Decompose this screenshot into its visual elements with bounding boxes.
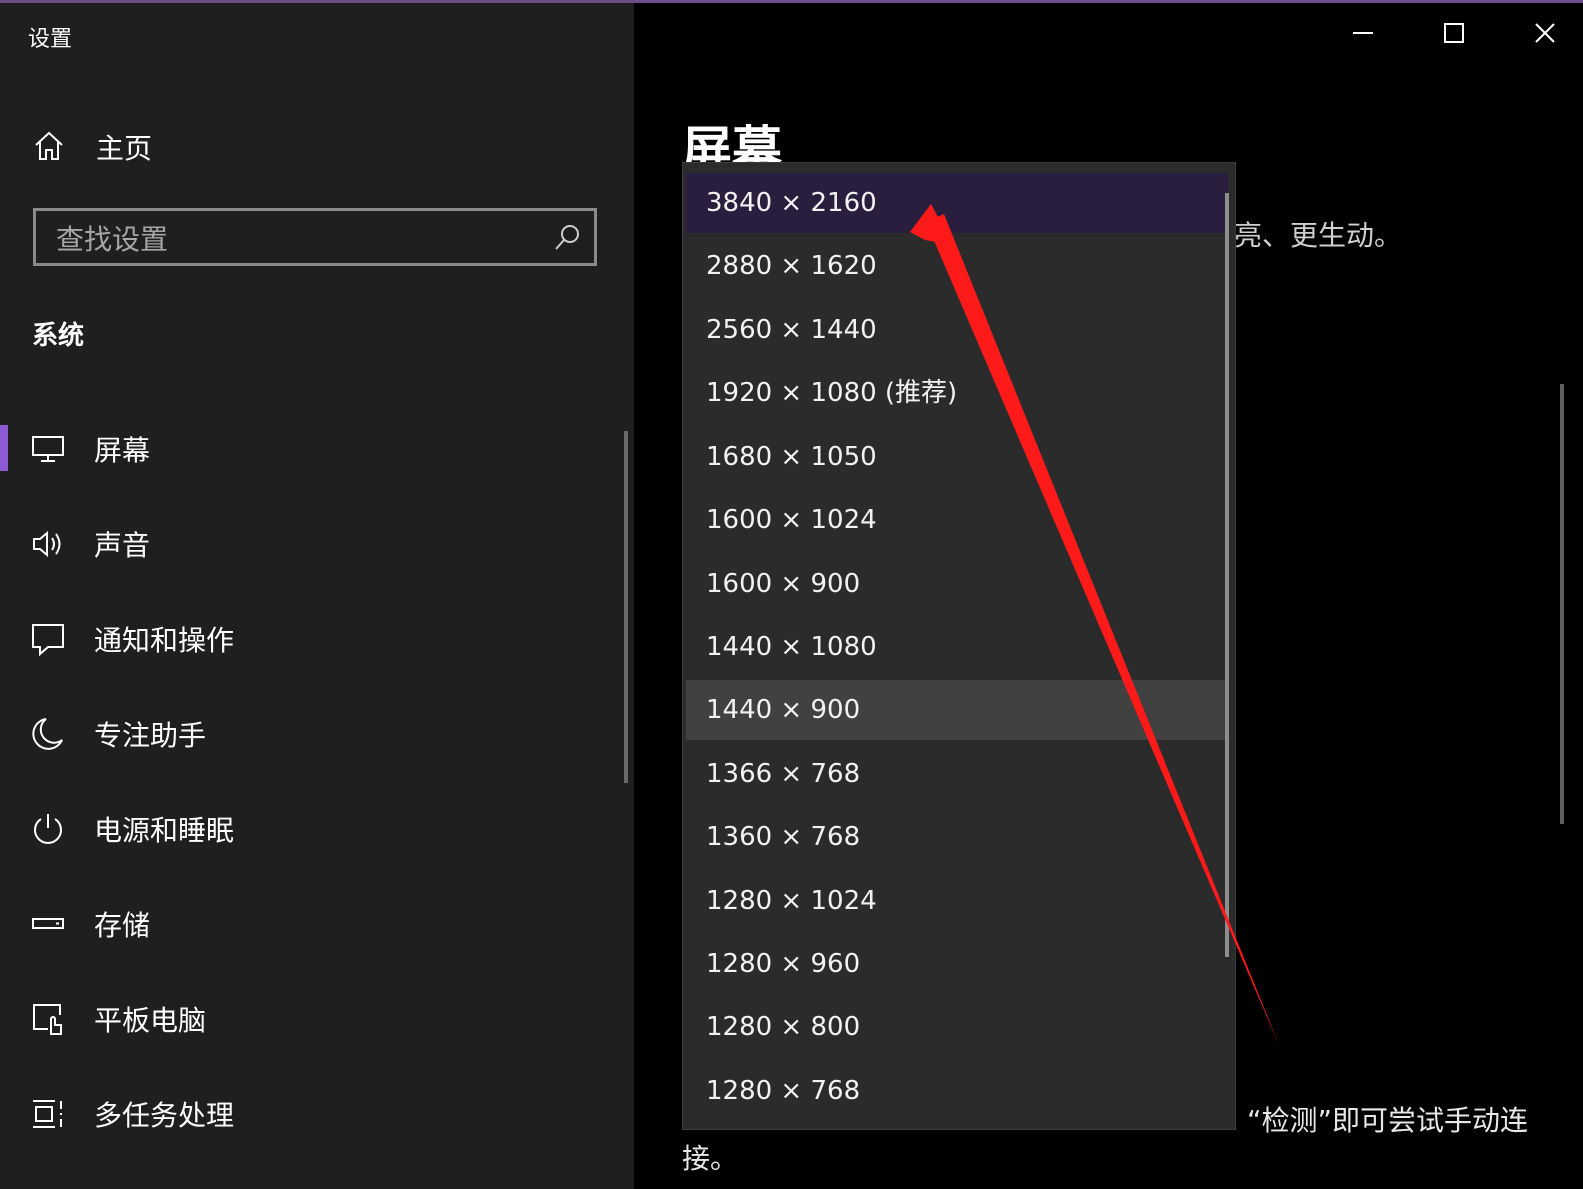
resolution-option[interactable]: 3840 × 2160 [686,173,1228,233]
search-icon[interactable] [552,223,582,253]
sidebar-item-label: 多任务处理 [94,1099,235,1132]
resolution-option[interactable]: 1366 × 768 [686,744,1228,804]
search-input[interactable] [54,219,538,259]
window-controls [1303,3,1583,63]
close-icon[interactable] [1525,13,1565,53]
resolution-dropdown[interactable]: 3840 × 2160 2880 × 1620 2560 × 1440 1920… [682,162,1236,1130]
sidebar-nav: 屏幕 声音 通知和操作 专注助手 电源和睡眠 存储 平板电脑 多任务处理 [0,403,634,1163]
sidebar-item-label: 平板电脑 [94,1004,207,1037]
app-title: 设置 [28,27,73,52]
sidebar-scrollbar[interactable] [624,431,628,783]
resolution-option[interactable]: 1680 × 1050 [686,427,1228,487]
minimize-icon[interactable] [1343,13,1383,53]
sidebar-item-label: 通知和操作 [94,624,235,657]
search-box[interactable] [33,208,597,266]
resolution-option[interactable]: 1280 × 960 [686,934,1228,994]
sidebar-item-multitasking[interactable]: 多任务处理 [0,1068,634,1163]
sidebar-item-label: 声音 [94,529,151,562]
speaker-icon [33,530,61,558]
moon-icon [32,718,63,750]
sidebar-item-storage[interactable]: 存储 [0,878,634,973]
resolution-option[interactable]: 1920 × 1080 (推荐) [686,363,1228,423]
resolution-option[interactable]: 1600 × 900 [686,554,1228,614]
sidebar-item-power[interactable]: 电源和睡眠 [0,783,634,878]
sidebar-item-display[interactable]: 屏幕 [0,403,634,498]
sidebar-home[interactable]: 主页 [0,115,634,179]
sidebar-item-label: 电源和睡眠 [94,814,235,847]
sidebar-item-focus-assist[interactable]: 专注助手 [0,688,634,783]
description-fragment: 亮、更生动。 [1234,219,1403,252]
section-title: 系统 [32,321,85,351]
resolution-option[interactable]: 1280 × 800 [686,997,1228,1057]
active-indicator [0,425,8,471]
sidebar-item-notifications[interactable]: 通知和操作 [0,593,634,688]
tablet-icon [33,1004,62,1035]
home-label: 主页 [96,132,153,165]
sidebar-item-sound[interactable]: 声音 [0,498,634,593]
resolution-option[interactable]: 2880 × 1620 [686,236,1228,296]
home-icon [35,131,63,160]
detect-hint-line2: 接。 [682,1142,739,1175]
sidebar-item-label: 屏幕 [94,434,151,467]
sidebar-item-label: 存储 [94,909,151,942]
multitasking-icon [33,1100,62,1128]
sidebar: 设置 主页 系统 屏幕 声 [0,3,634,1189]
resolution-option[interactable]: 1280 × 1024 [686,871,1228,931]
resolution-option[interactable]: 1440 × 1080 [686,617,1228,677]
resolution-option[interactable]: 1280 × 768 [686,1061,1228,1121]
resolution-option[interactable]: 2560 × 1440 [686,300,1228,360]
power-icon [34,814,62,844]
resolution-option[interactable]: 1440 × 900 [686,680,1228,740]
resolution-option[interactable]: 1600 × 1024 [686,490,1228,550]
sidebar-item-tablet[interactable]: 平板电脑 [0,973,634,1068]
main-scrollbar[interactable] [1560,384,1564,824]
dropdown-scrollbar[interactable] [1225,193,1229,957]
sidebar-item-label: 专注助手 [94,719,207,752]
monitor-icon [32,436,64,462]
resolution-option[interactable]: 1360 × 768 [686,807,1228,867]
storage-icon [32,918,64,929]
notification-icon [32,624,64,657]
maximize-icon[interactable] [1434,13,1474,53]
